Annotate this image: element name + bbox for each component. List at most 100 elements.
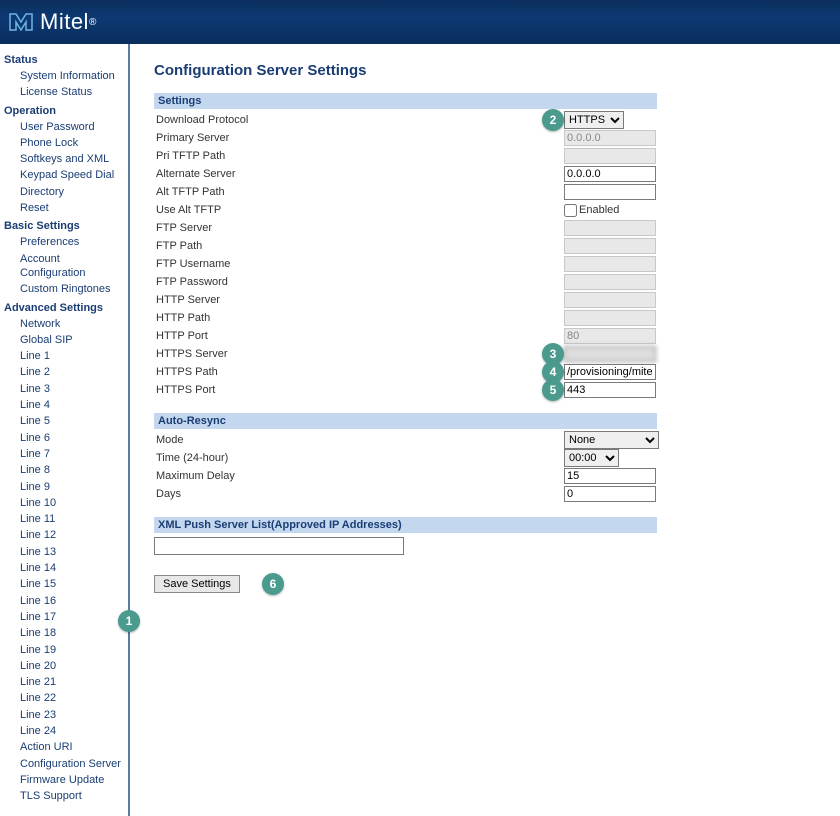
- nav-item-line-18[interactable]: Line 18: [4, 625, 124, 641]
- nav-item-global-sip[interactable]: Global SIP: [4, 332, 124, 348]
- input-ftp-path: [564, 238, 656, 254]
- nav-item-user-password[interactable]: User Password: [4, 119, 124, 135]
- nav-item-line-5[interactable]: Line 5: [4, 413, 124, 429]
- nav-item-phone-lock[interactable]: Phone Lock: [4, 135, 124, 151]
- nav-item-line-13[interactable]: Line 13: [4, 544, 124, 560]
- callout-6: 6: [262, 573, 284, 595]
- nav-item-line-15[interactable]: Line 15: [4, 576, 124, 592]
- nav-item-account-configuration[interactable]: Account Configuration: [4, 251, 124, 282]
- input-xml-push-list[interactable]: [154, 537, 404, 555]
- checkbox-use-alt-tftp[interactable]: [564, 204, 577, 217]
- main-content: Configuration Server Settings Settings D…: [130, 44, 840, 816]
- section-header-auto-resync: Auto-Resync: [154, 413, 657, 429]
- input-alternate-server[interactable]: [564, 166, 656, 182]
- select-mode[interactable]: None: [564, 431, 659, 449]
- nav-item-line-19[interactable]: Line 19: [4, 642, 124, 658]
- nav-item-reset[interactable]: Reset: [4, 200, 124, 216]
- row-https-path: HTTPS Path 4: [154, 363, 816, 381]
- row-time: Time (24-hour) 00:00: [154, 449, 816, 467]
- nav-item-configuration-server[interactable]: Configuration Server: [4, 756, 124, 772]
- row-days: Days: [154, 485, 816, 503]
- input-https-server[interactable]: [564, 346, 656, 362]
- nav-item-firmware-update[interactable]: Firmware Update: [4, 772, 124, 788]
- nav-item-line-10[interactable]: Line 10: [4, 495, 124, 511]
- nav-item-line-12[interactable]: Line 12: [4, 527, 124, 543]
- row-alt-tftp-path: Alt TFTP Path: [154, 183, 816, 201]
- input-days[interactable]: [564, 486, 656, 502]
- row-http-server: HTTP Server: [154, 291, 816, 309]
- input-primary-server: [564, 130, 656, 146]
- nav-item-line-11[interactable]: Line 11: [4, 511, 124, 527]
- brand-logo: Mitel®: [8, 9, 97, 35]
- mitel-logo-icon: [8, 12, 34, 32]
- row-mode: Mode None: [154, 431, 816, 449]
- nav-group-title: Status: [4, 54, 124, 66]
- nav-item-line-6[interactable]: Line 6: [4, 430, 124, 446]
- row-ftp-username: FTP Username: [154, 255, 816, 273]
- nav-item-line-14[interactable]: Line 14: [4, 560, 124, 576]
- sidebar-nav: Status System InformationLicense Status Op…: [0, 44, 130, 816]
- input-alt-tftp-path[interactable]: [564, 184, 656, 200]
- nav-item-line-7[interactable]: Line 7: [4, 446, 124, 462]
- input-ftp-password: [564, 274, 656, 290]
- nav-item-system-information[interactable]: System Information: [4, 68, 124, 84]
- nav-group-title: Advanced Settings: [4, 302, 124, 314]
- input-max-delay[interactable]: [564, 468, 656, 484]
- input-ftp-username: [564, 256, 656, 272]
- row-download-protocol: Download Protocol TFTPFTPHTTPHTTPS 2: [154, 111, 816, 129]
- row-pri-tftp-path: Pri TFTP Path: [154, 147, 816, 165]
- nav-item-line-3[interactable]: Line 3: [4, 381, 124, 397]
- nav-item-preferences[interactable]: Preferences: [4, 234, 124, 250]
- save-settings-button[interactable]: Save Settings: [154, 575, 240, 593]
- input-pri-tftp-path: [564, 148, 656, 164]
- row-ftp-server: FTP Server: [154, 219, 816, 237]
- row-alternate-server: Alternate Server: [154, 165, 816, 183]
- nav-item-action-uri[interactable]: Action URI: [4, 739, 124, 755]
- nav-item-line-23[interactable]: Line 23: [4, 707, 124, 723]
- nav-item-custom-ringtones[interactable]: Custom Ringtones: [4, 281, 124, 297]
- label-download-protocol: Download Protocol: [154, 114, 564, 126]
- brand-name: Mitel: [40, 9, 89, 35]
- nav-item-line-8[interactable]: Line 8: [4, 462, 124, 478]
- checkbox-label-enabled: Enabled: [579, 204, 619, 216]
- row-max-delay: Maximum Delay: [154, 467, 816, 485]
- row-use-alt-tftp: Use Alt TFTP Enabled: [154, 201, 816, 219]
- row-ftp-password: FTP Password: [154, 273, 816, 291]
- input-https-path[interactable]: [564, 364, 656, 380]
- row-ftp-path: FTP Path: [154, 237, 816, 255]
- nav-group-title: Operation: [4, 105, 124, 117]
- nav-item-keypad-speed-dial[interactable]: Keypad Speed Dial: [4, 167, 124, 183]
- nav-item-line-1[interactable]: Line 1: [4, 348, 124, 364]
- nav-item-line-4[interactable]: Line 4: [4, 397, 124, 413]
- nav-item-line-21[interactable]: Line 21: [4, 674, 124, 690]
- nav-item-line-17[interactable]: Line 17: [4, 609, 124, 625]
- nav-item-line-2[interactable]: Line 2: [4, 364, 124, 380]
- input-http-port: [564, 328, 656, 344]
- input-http-path: [564, 310, 656, 326]
- nav-item-softkeys-and-xml[interactable]: Softkeys and XML: [4, 151, 124, 167]
- nav-item-line-16[interactable]: Line 16: [4, 593, 124, 609]
- nav-item-network[interactable]: Network: [4, 316, 124, 332]
- select-download-protocol[interactable]: TFTPFTPHTTPHTTPS: [564, 111, 624, 129]
- row-http-port: HTTP Port: [154, 327, 816, 345]
- app-header: Mitel®: [0, 0, 840, 44]
- nav-item-directory[interactable]: Directory: [4, 184, 124, 200]
- select-time[interactable]: 00:00: [564, 449, 619, 467]
- nav-group-title: Basic Settings: [4, 220, 124, 232]
- nav-item-line-22[interactable]: Line 22: [4, 690, 124, 706]
- row-https-server: HTTPS Server 3: [154, 345, 816, 363]
- callout-5: 5: [542, 379, 564, 401]
- callout-1: 1: [118, 610, 140, 632]
- input-ftp-server: [564, 220, 656, 236]
- nav-item-license-status[interactable]: License Status: [4, 84, 124, 100]
- nav-item-line-20[interactable]: Line 20: [4, 658, 124, 674]
- row-primary-server: Primary Server: [154, 129, 816, 147]
- page-title: Configuration Server Settings: [154, 62, 816, 79]
- nav-item-line-24[interactable]: Line 24: [4, 723, 124, 739]
- input-https-port[interactable]: [564, 382, 656, 398]
- input-http-server: [564, 292, 656, 308]
- row-https-port: HTTPS Port 5: [154, 381, 816, 399]
- nav-item-line-9[interactable]: Line 9: [4, 479, 124, 495]
- nav-item-tls-support[interactable]: TLS Support: [4, 788, 124, 804]
- row-http-path: HTTP Path: [154, 309, 816, 327]
